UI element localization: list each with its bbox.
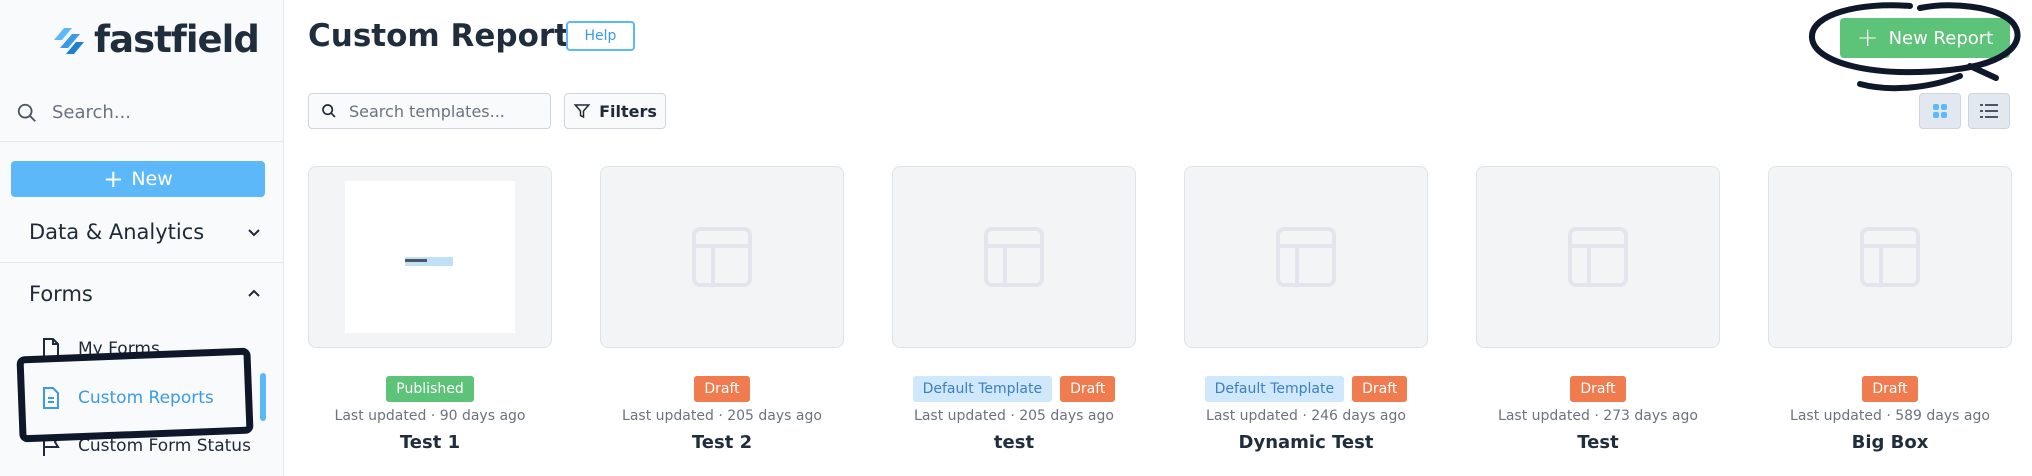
preview-text bbox=[405, 259, 427, 262]
app-name: fastfield bbox=[94, 18, 260, 61]
template-thumbnail[interactable] bbox=[600, 166, 844, 348]
template-thumbnail[interactable] bbox=[892, 166, 1136, 348]
sidebar-search bbox=[0, 84, 284, 142]
template-thumbnail[interactable] bbox=[1768, 166, 2012, 348]
list-view-icon bbox=[1980, 104, 1998, 118]
template-title[interactable]: Test bbox=[1476, 432, 1720, 453]
list-view-button[interactable] bbox=[1968, 93, 2010, 129]
status-badges: Draft bbox=[1768, 376, 2012, 402]
status-badges: Published bbox=[308, 376, 552, 402]
status-badge: Published bbox=[386, 376, 474, 402]
status-badges: Default Template Draft bbox=[892, 376, 1136, 402]
search-icon bbox=[322, 104, 336, 118]
status-badge: Draft bbox=[1060, 376, 1116, 402]
last-updated: Last updated · 205 days ago bbox=[914, 408, 1114, 424]
new-button[interactable]: + New bbox=[11, 161, 265, 197]
template-layout-icon bbox=[1860, 227, 1920, 287]
annotation-highlight bbox=[16, 347, 254, 443]
template-search-input[interactable] bbox=[349, 101, 549, 121]
status-badge: Draft bbox=[694, 376, 750, 402]
new-report-button-label: New Report bbox=[1888, 27, 1994, 49]
template-card[interactable]: Draft Last updated · 205 days ago Test 2 bbox=[600, 166, 844, 453]
status-badges: Draft bbox=[1476, 376, 1720, 402]
app-logo[interactable]: fastfield bbox=[50, 18, 260, 61]
template-title[interactable]: Test 2 bbox=[600, 432, 844, 453]
filter-icon bbox=[573, 104, 591, 119]
template-thumbnail[interactable] bbox=[308, 166, 552, 348]
status-badge: Draft bbox=[1570, 376, 1626, 402]
status-badges: Default Template Draft bbox=[1184, 376, 1428, 402]
template-thumbnail[interactable] bbox=[1184, 166, 1428, 348]
template-search bbox=[308, 93, 551, 129]
chevron-up-icon bbox=[248, 289, 260, 297]
template-card[interactable]: Published Last updated · 90 days ago Test … bbox=[308, 166, 552, 453]
template-layout-icon bbox=[1568, 227, 1628, 287]
help-button[interactable]: Help bbox=[566, 21, 635, 51]
template-layout-icon bbox=[692, 227, 752, 287]
nav-section-label: Data & Analytics bbox=[29, 219, 205, 244]
template-card[interactable]: Draft Last updated · 589 days ago Big Box bbox=[1768, 166, 2012, 453]
sidebar-search-input[interactable] bbox=[52, 102, 272, 123]
fastfield-logo-icon bbox=[54, 27, 84, 54]
nav-section-data-analytics[interactable]: Data & Analytics bbox=[0, 201, 284, 263]
page-title: Custom Reports bbox=[308, 18, 588, 54]
template-card[interactable]: Default Template Draft Last updated · 205 … bbox=[892, 166, 1136, 453]
new-report-button[interactable]: + New Report bbox=[1840, 18, 2010, 58]
grid-view-button[interactable] bbox=[1919, 93, 1961, 129]
report-preview bbox=[345, 181, 515, 333]
plus-icon: + bbox=[103, 165, 124, 193]
template-title[interactable]: Dynamic Test bbox=[1184, 432, 1428, 453]
template-layout-icon bbox=[984, 227, 1044, 287]
template-card[interactable]: Default Template Draft Last updated · 246 … bbox=[1184, 166, 1428, 453]
grid-view-icon bbox=[1933, 104, 1947, 118]
nav-section-label: Forms bbox=[29, 282, 93, 306]
active-indicator bbox=[260, 373, 266, 421]
status-badges: Draft bbox=[600, 376, 844, 402]
last-updated: Last updated · 246 days ago bbox=[1206, 408, 1406, 424]
search-icon bbox=[17, 103, 36, 122]
status-badge: Draft bbox=[1862, 376, 1918, 402]
default-template-badge: Default Template bbox=[912, 376, 1053, 402]
last-updated: Last updated · 273 days ago bbox=[1498, 408, 1698, 424]
nav-section-forms[interactable]: Forms bbox=[0, 263, 284, 325]
default-template-badge: Default Template bbox=[1204, 376, 1345, 402]
template-card[interactable]: Draft Last updated · 273 days ago Test bbox=[1476, 166, 1720, 453]
filters-button[interactable]: Filters bbox=[564, 93, 666, 129]
template-title[interactable]: Test 1 bbox=[308, 432, 552, 453]
last-updated: Last updated · 90 days ago bbox=[334, 408, 526, 424]
template-layout-icon bbox=[1276, 227, 1336, 287]
template-title[interactable]: Big Box bbox=[1768, 432, 2012, 453]
plus-icon: + bbox=[1856, 23, 1879, 53]
chevron-down-icon bbox=[248, 228, 260, 236]
sidebar: fastfield + New Data & Analytics Forms M… bbox=[0, 0, 284, 476]
filters-button-label: Filters bbox=[599, 101, 657, 121]
new-button-label: New bbox=[131, 168, 173, 190]
template-thumbnail[interactable] bbox=[1476, 166, 1720, 348]
status-badge: Draft bbox=[1352, 376, 1408, 402]
template-title[interactable]: test bbox=[892, 432, 1136, 453]
last-updated: Last updated · 205 days ago bbox=[622, 408, 822, 424]
last-updated: Last updated · 589 days ago bbox=[1790, 408, 1990, 424]
